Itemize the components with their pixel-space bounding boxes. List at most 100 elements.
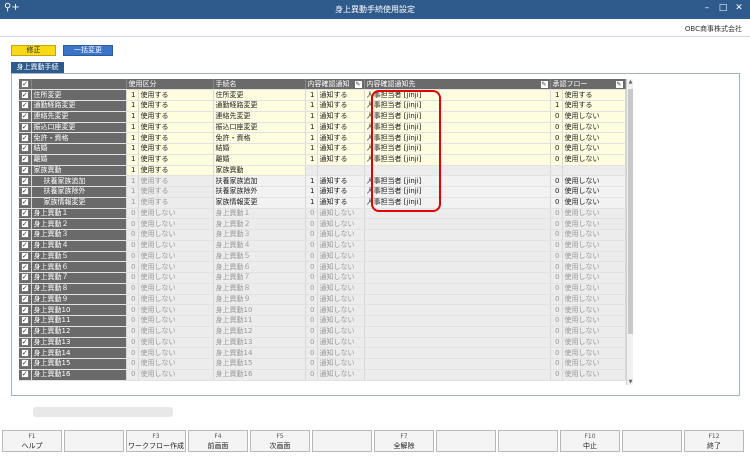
vertical-scrollbar[interactable]: ▲ ▼ xyxy=(626,79,633,385)
row-checkbox[interactable]: ✓ xyxy=(19,229,32,241)
row-checkbox[interactable]: ✓ xyxy=(19,143,32,155)
usage-code[interactable]: 0 xyxy=(126,283,139,295)
usage-code[interactable]: 0 xyxy=(126,208,139,220)
procedure-name[interactable]: 身上異動10 xyxy=(213,304,306,316)
procedure-name[interactable]: 身上異動２ xyxy=(213,218,306,230)
usage-code[interactable]: 1 xyxy=(126,111,139,123)
row-checkbox[interactable]: ✓ xyxy=(19,186,32,198)
tab-procedures[interactable]: 身上異動手続 xyxy=(11,62,64,73)
approval-code[interactable]: 0 xyxy=(550,315,563,327)
approval-code[interactable]: 0 xyxy=(550,358,563,370)
usage-code[interactable]: 0 xyxy=(126,251,139,263)
notice-code[interactable]: 0 xyxy=(305,283,318,295)
notice-recipient[interactable] xyxy=(364,283,551,295)
edit-pin-icon[interactable]: ✎ xyxy=(354,80,362,88)
row-checkbox[interactable]: ✓ xyxy=(19,251,32,263)
row-checkbox[interactable]: ✓ xyxy=(19,208,32,220)
table-row[interactable]: ✓ 身上異動15 0 使用しない 身上異動15 0 通知しない 0 使用しない xyxy=(19,358,626,370)
notice-code[interactable]: 1 xyxy=(305,111,318,123)
usage-code[interactable]: 1 xyxy=(126,165,139,177)
row-checkbox[interactable]: ✓ xyxy=(19,122,32,134)
procedure-name[interactable]: 家族情報変更 xyxy=(213,197,306,209)
usage-code[interactable]: 0 xyxy=(126,218,139,230)
notice-code[interactable]: 0 xyxy=(305,218,318,230)
notice-code[interactable]: 0 xyxy=(305,272,318,284)
usage-code[interactable]: 1 xyxy=(126,100,139,112)
scroll-thumb[interactable] xyxy=(628,89,633,334)
table-row[interactable]: ✓ 連絡先変更 1 使用する 連絡先変更 1 通知する 人事担当者 [jinji] 0 使用しない xyxy=(19,111,626,123)
table-row[interactable]: ✓ 扶養家族除外 1 使用する 扶養家族除外 1 通知する 人事担当者 [jinji] 0 使用し… xyxy=(19,186,626,198)
approval-code[interactable]: 0 xyxy=(550,208,563,220)
procedure-name[interactable]: 通勤経路変更 xyxy=(213,100,306,112)
table-row[interactable]: ✓ 身上異動13 0 使用しない 身上異動13 0 通知しない 0 使用しない xyxy=(19,337,626,349)
approval-code[interactable]: 0 xyxy=(550,294,563,306)
approval-code[interactable]: 0 xyxy=(550,369,563,381)
row-checkbox[interactable]: ✓ xyxy=(19,132,32,144)
table-row[interactable]: ✓ 結婚 1 使用する 結婚 1 通知する 人事担当者 [jinji] 0 使用しない xyxy=(19,143,626,155)
row-checkbox[interactable]: ✓ xyxy=(19,272,32,284)
procedure-name[interactable]: 身上異動１ xyxy=(213,208,306,220)
approval-code[interactable]: 0 xyxy=(550,251,563,263)
notice-recipient[interactable] xyxy=(364,369,551,381)
notice-code[interactable]: 0 xyxy=(305,369,318,381)
procedure-name[interactable]: 家族異動 xyxy=(213,165,306,177)
row-checkbox[interactable]: ✓ xyxy=(19,315,32,327)
notice-recipient[interactable] xyxy=(364,251,551,263)
approval-code[interactable]: 0 xyxy=(550,304,563,316)
procedure-name[interactable]: 身上異動４ xyxy=(213,240,306,252)
header-confirm-notice[interactable]: 内容確認通知 ✎ xyxy=(305,79,365,91)
procedure-name[interactable]: 身上異動13 xyxy=(213,337,306,349)
usage-code[interactable]: 1 xyxy=(126,122,139,134)
approval-code[interactable]: 0 xyxy=(550,326,563,338)
notice-code[interactable]: 1 xyxy=(305,89,318,101)
header-usage[interactable]: 使用区分 xyxy=(126,79,214,91)
approval-code[interactable]: 0 xyxy=(550,143,563,155)
row-checkbox[interactable]: ✓ xyxy=(19,294,32,306)
notice-recipient[interactable] xyxy=(364,304,551,316)
table-row[interactable]: ✓ 家族異動 1 使用する 家族異動 xyxy=(19,165,626,177)
notice-code[interactable] xyxy=(305,165,318,177)
fkey-button[interactable] xyxy=(64,430,124,452)
procedure-name[interactable]: 離婚 xyxy=(213,154,306,166)
edit-pin-icon[interactable]: ✎ xyxy=(615,80,623,88)
notice-code[interactable]: 0 xyxy=(305,304,318,316)
approval-code[interactable]: 0 xyxy=(550,337,563,349)
procedure-name[interactable]: 身上異動14 xyxy=(213,347,306,359)
table-row[interactable]: ✓ 扶養家族追加 1 使用する 扶養家族追加 1 通知する 人事担当者 [jinji] 0 使用し… xyxy=(19,175,626,187)
table-row[interactable]: ✓ 身上異動７ 0 使用しない 身上異動７ 0 通知しない 0 使用しない xyxy=(19,272,626,284)
notice-recipient[interactable] xyxy=(364,218,551,230)
approval-code[interactable]: 0 xyxy=(550,175,563,187)
usage-code[interactable]: 0 xyxy=(126,315,139,327)
scroll-down-icon[interactable]: ▼ xyxy=(627,379,634,385)
approval-code[interactable]: 0 xyxy=(550,283,563,295)
table-row[interactable]: ✓ 身上異動６ 0 使用しない 身上異動６ 0 通知しない 0 使用しない xyxy=(19,261,626,273)
usage-code[interactable]: 0 xyxy=(126,294,139,306)
approval-code[interactable] xyxy=(550,165,563,177)
approval-code[interactable]: 0 xyxy=(550,218,563,230)
approval-code[interactable]: 1 xyxy=(550,100,563,112)
approval-code[interactable]: 1 xyxy=(550,89,563,101)
procedure-name[interactable]: 免許・資格 xyxy=(213,132,306,144)
row-checkbox[interactable]: ✓ xyxy=(19,337,32,349)
notice-code[interactable]: 1 xyxy=(305,197,318,209)
table-row[interactable]: ✓ 通勤経路変更 1 使用する 通勤経路変更 1 通知する 人事担当者 [jinji] 1 使用す… xyxy=(19,100,626,112)
header-check-all[interactable]: ✓ xyxy=(19,79,32,91)
table-row[interactable]: ✓ 振込口座変更 1 使用する 振込口座変更 1 通知する 人事担当者 [jinji] 0 使用し… xyxy=(19,122,626,134)
notice-code[interactable]: 1 xyxy=(305,186,318,198)
table-row[interactable]: ✓ 身上異動２ 0 使用しない 身上異動２ 0 通知しない 0 使用しない xyxy=(19,218,626,230)
table-row[interactable]: ✓ 住所変更 1 使用する 住所変更 1 通知する 人事担当者 [jinji] 1 使用する xyxy=(19,89,626,101)
fkey-button[interactable] xyxy=(436,430,496,452)
approval-code[interactable]: 0 xyxy=(550,111,563,123)
procedure-name[interactable]: 身上異動５ xyxy=(213,251,306,263)
notice-recipient[interactable] xyxy=(364,337,551,349)
row-checkbox[interactable]: ✓ xyxy=(19,89,32,101)
fkey-button[interactable] xyxy=(312,430,372,452)
notice-code[interactable]: 0 xyxy=(305,347,318,359)
notice-code[interactable]: 1 xyxy=(305,132,318,144)
notice-recipient[interactable] xyxy=(364,261,551,273)
fkey-button[interactable]: F1 ヘルプ xyxy=(2,430,62,452)
table-row[interactable]: ✓ 身上異動１ 0 使用しない 身上異動１ 0 通知しない 0 使用しない xyxy=(19,208,626,220)
notice-recipient[interactable] xyxy=(364,315,551,327)
table-row[interactable]: ✓ 免許・資格 1 使用する 免許・資格 1 通知する 人事担当者 [jinji] 0 使用しない xyxy=(19,132,626,144)
notice-recipient[interactable] xyxy=(364,326,551,338)
